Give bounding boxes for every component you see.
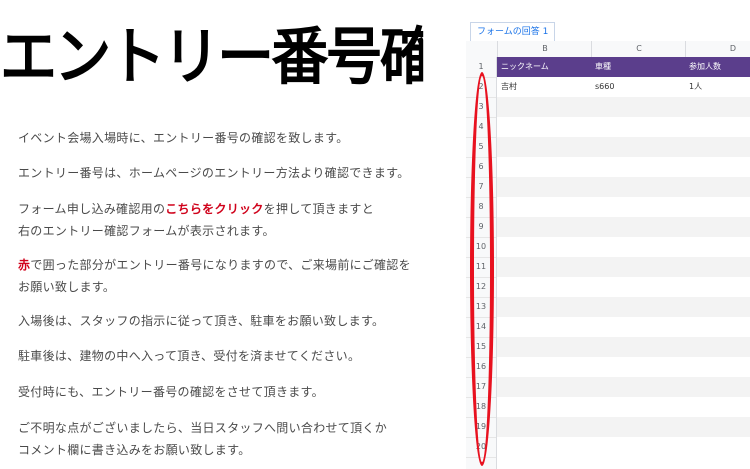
empty-row[interactable] bbox=[497, 237, 750, 258]
paragraph-7: 受付時にも、エントリー番号の確認をさせて頂きます。 bbox=[18, 381, 324, 403]
paragraph-1: イベント会場入場時に、エントリー番号の確認を致します。 bbox=[18, 127, 349, 149]
paragraph-3-post: を押して頂きますと bbox=[263, 202, 374, 216]
empty-row[interactable] bbox=[497, 297, 750, 318]
red-accent-word: 赤 bbox=[18, 258, 31, 272]
entry-cell-participants[interactable]: 1人 bbox=[685, 77, 750, 97]
paragraph-4: 赤で囲った部分がエントリー番号になりますので、ご来場前にご確認を お願い致します… bbox=[18, 254, 411, 298]
row-number-15[interactable]: 15 bbox=[466, 337, 496, 358]
empty-row[interactable] bbox=[497, 377, 750, 398]
paragraph-8-line-2: コメント欄に書き込みをお願い致します。 bbox=[18, 443, 251, 457]
row-number-11[interactable]: 11 bbox=[466, 257, 496, 278]
row-number-19[interactable]: 19 bbox=[466, 417, 496, 438]
empty-row[interactable] bbox=[497, 397, 750, 418]
empty-row[interactable] bbox=[497, 177, 750, 198]
paragraph-3: フォーム申し込み確認用のこちらをクリックを押して頂きますと 右のエントリー確認フ… bbox=[18, 198, 374, 242]
row-number-3[interactable]: 3 bbox=[466, 97, 496, 118]
empty-row[interactable] bbox=[497, 417, 750, 438]
empty-row[interactable] bbox=[497, 217, 750, 238]
empty-row[interactable] bbox=[497, 157, 750, 178]
paragraph-2-line: エントリー番号は、ホームページのエントリー方法より確認できます。 bbox=[18, 166, 410, 180]
row-number-column: 1 2 3 4 5 6 7 8 9 10 11 12 13 14 15 16 17 18 19 20 bbox=[466, 57, 497, 469]
paragraph-8-line-1: ご不明な点がございましたら、当日スタッフへ問い合わせて頂くか bbox=[18, 421, 388, 435]
empty-row[interactable] bbox=[497, 317, 750, 338]
header-cell-participants[interactable]: 参加人数 bbox=[685, 57, 750, 77]
row-number-12[interactable]: 12 bbox=[466, 277, 496, 298]
row-number-5[interactable]: 5 bbox=[466, 137, 496, 158]
row-number-10[interactable]: 10 bbox=[466, 237, 496, 258]
paragraph-5: 入場後は、スタッフの指示に従って頂き、駐車をお願い致します。 bbox=[18, 310, 384, 332]
empty-row[interactable] bbox=[497, 117, 750, 138]
entry-cell-nickname[interactable]: 吉村 bbox=[497, 77, 591, 97]
row-number-13[interactable]: 13 bbox=[466, 297, 496, 318]
entry-cell-car-model[interactable]: s660 bbox=[591, 77, 685, 97]
row-number-17[interactable]: 17 bbox=[466, 377, 496, 398]
empty-row[interactable] bbox=[497, 137, 750, 158]
paragraph-4-line-1: 赤で囲った部分がエントリー番号になりますので、ご来場前にご確認を bbox=[18, 254, 411, 276]
paragraph-7-line: 受付時にも、エントリー番号の確認をさせて頂きます。 bbox=[18, 385, 324, 399]
paragraph-8: ご不明な点がございましたら、当日スタッフへ問い合わせて頂くか コメント欄に書き込… bbox=[18, 417, 387, 461]
paragraph-3-line-1: フォーム申し込み確認用のこちらをクリックを押して頂きますと bbox=[18, 198, 374, 220]
spreadsheet: フォームの回答 1 B C D 1 2 3 4 5 6 7 8 9 10 11 12 13 14 15 16 1… bbox=[466, 20, 750, 469]
column-letter-c[interactable]: C bbox=[591, 41, 686, 57]
empty-row[interactable] bbox=[497, 97, 750, 118]
form-header-row: ニックネーム 車種 参加人数 bbox=[497, 57, 750, 78]
paragraph-5-line: 入場後は、スタッフの指示に従って頂き、駐車をお願い致します。 bbox=[18, 314, 385, 328]
empty-row[interactable] bbox=[497, 357, 750, 378]
paragraph-6-line: 駐車後は、建物の中へ入って頂き、受付を済ませてください。 bbox=[18, 349, 361, 363]
empty-row[interactable] bbox=[497, 257, 750, 278]
paragraph-4-line-2: お願い致します。 bbox=[18, 280, 116, 294]
header-cell-car-model[interactable]: 車種 bbox=[591, 57, 685, 77]
column-letter-b[interactable]: B bbox=[497, 41, 592, 57]
row-number-8[interactable]: 8 bbox=[466, 197, 496, 218]
row-number-18[interactable]: 18 bbox=[466, 397, 496, 418]
row-number-7[interactable]: 7 bbox=[466, 177, 496, 198]
sheet-tab[interactable]: フォームの回答 1 bbox=[470, 22, 556, 43]
empty-row[interactable] bbox=[497, 437, 750, 458]
paragraph-2: エントリー番号は、ホームページのエントリー方法より確認できます。 bbox=[18, 162, 410, 184]
page-title: エントリー番号確認のご案内 bbox=[0, 20, 423, 93]
column-header-row: B C D bbox=[466, 41, 750, 58]
paragraph-6: 駐車後は、建物の中へ入って頂き、受付を済ませてください。 bbox=[18, 345, 360, 367]
row-number-14[interactable]: 14 bbox=[466, 317, 496, 338]
row-number-16[interactable]: 16 bbox=[466, 357, 496, 378]
paragraph-4-rest: で囲った部分がエントリー番号になりますので、ご来場前にご確認を bbox=[30, 258, 411, 272]
row-number-1[interactable]: 1 bbox=[466, 57, 496, 78]
paragraph-3-pre: フォーム申し込み確認用の bbox=[18, 202, 166, 216]
row-number-4[interactable]: 4 bbox=[466, 117, 496, 138]
entry-row: 吉村 s660 1人 bbox=[497, 77, 750, 98]
page: エントリー番号確認のご案内 イベント会場入場時に、エントリー番号の確認を致します… bbox=[0, 0, 750, 469]
empty-row[interactable] bbox=[497, 337, 750, 358]
sheet-grid: ニックネーム 車種 参加人数 吉村 s660 1人 bbox=[497, 57, 750, 469]
empty-row[interactable] bbox=[497, 277, 750, 298]
paragraph-1-line: イベント会場入場時に、エントリー番号の確認を致します。 bbox=[18, 131, 349, 145]
row-number-9[interactable]: 9 bbox=[466, 217, 496, 238]
empty-row[interactable] bbox=[497, 197, 750, 218]
row-number-2[interactable]: 2 bbox=[466, 77, 496, 98]
row-number-6[interactable]: 6 bbox=[466, 157, 496, 178]
click-here-link[interactable]: こちらをクリック bbox=[165, 202, 263, 216]
row-number-20[interactable]: 20 bbox=[466, 437, 496, 458]
paragraph-3-line-2: 右のエントリー確認フォームが表示されます。 bbox=[18, 224, 275, 238]
header-cell-nickname[interactable]: ニックネーム bbox=[497, 57, 591, 77]
column-letter-d[interactable]: D bbox=[685, 41, 750, 57]
